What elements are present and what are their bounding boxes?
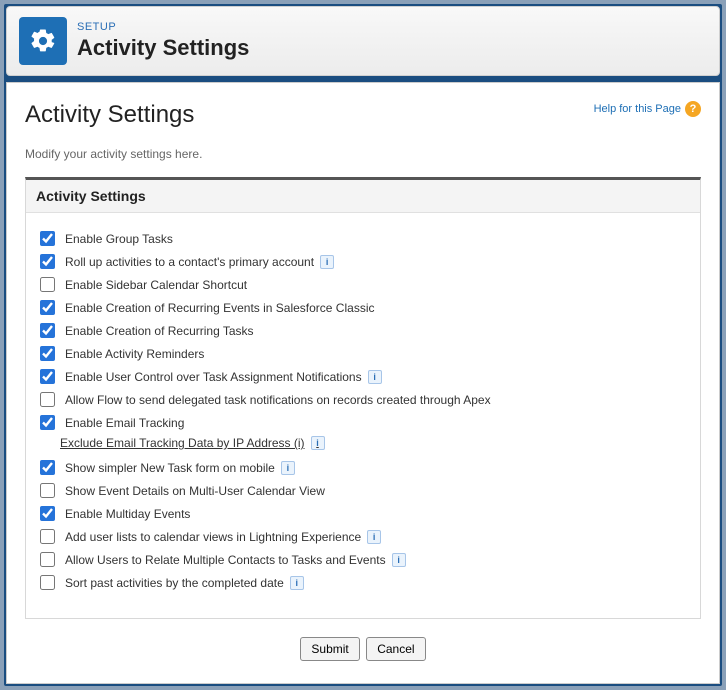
setting-row[interactable]: Enable Multiday Events: [38, 502, 688, 525]
submit-button[interactable]: Submit: [300, 637, 359, 661]
setting-checkbox[interactable]: [40, 346, 55, 361]
setting-row[interactable]: Enable Activity Reminders: [38, 342, 688, 365]
setting-row[interactable]: Enable User Control over Task Assignment…: [38, 365, 688, 388]
gear-icon: [19, 17, 67, 65]
setting-label: Allow Users to Relate Multiple Contacts …: [65, 553, 386, 567]
setting-row[interactable]: Show Event Details on Multi-User Calenda…: [38, 479, 688, 502]
setting-row[interactable]: Show simpler New Task form on mobile i: [38, 456, 688, 479]
setting-label: Add user lists to calendar views in Ligh…: [65, 530, 361, 544]
settings-section: Activity Settings Enable Group Tasks Roll…: [25, 177, 701, 619]
help-link-text: Help for this Page: [594, 103, 681, 115]
setting-row[interactable]: Enable Creation of Recurring Events in S…: [38, 296, 688, 319]
settings-list: Enable Group Tasks Roll up activities to …: [26, 213, 700, 618]
main-panel: Activity Settings Help for this Page ? M…: [6, 82, 720, 684]
setting-row[interactable]: Sort past activities by the completed da…: [38, 571, 688, 594]
setting-label: Enable Creation of Recurring Tasks: [65, 324, 254, 338]
setting-checkbox[interactable]: [40, 506, 55, 521]
setting-checkbox[interactable]: [40, 231, 55, 246]
setting-label: Enable Activity Reminders: [65, 347, 204, 361]
setup-label: SETUP: [77, 21, 249, 33]
setting-label: Show simpler New Task form on mobile: [65, 461, 275, 475]
info-icon[interactable]: i: [290, 576, 304, 590]
setting-row[interactable]: Allow Users to Relate Multiple Contacts …: [38, 548, 688, 571]
setting-row[interactable]: Allow Flow to send delegated task notifi…: [38, 388, 688, 411]
setting-row[interactable]: Enable Email Tracking: [38, 411, 688, 434]
page-subtitle: Modify your activity settings here.: [25, 147, 701, 161]
setting-row[interactable]: Roll up activities to a contact's primar…: [38, 250, 688, 273]
setting-label: Enable Email Tracking: [65, 416, 184, 430]
setting-label: Show Event Details on Multi-User Calenda…: [65, 484, 325, 498]
setup-header: SETUP Activity Settings: [6, 6, 720, 76]
setting-label: Sort past activities by the completed da…: [65, 576, 284, 590]
info-icon[interactable]: i: [367, 530, 381, 544]
setting-checkbox[interactable]: [40, 529, 55, 544]
exclude-tracking-link[interactable]: Exclude Email Tracking Data by IP Addres…: [60, 434, 325, 456]
section-heading: Activity Settings: [26, 180, 700, 213]
page-title: Activity Settings: [25, 101, 194, 129]
help-icon: ?: [685, 101, 701, 117]
setting-label: Enable Group Tasks: [65, 232, 173, 246]
setting-label: Allow Flow to send delegated task notifi…: [65, 393, 491, 407]
setting-checkbox[interactable]: [40, 277, 55, 292]
header-title: Activity Settings: [77, 35, 249, 61]
setting-checkbox[interactable]: [40, 460, 55, 475]
setting-checkbox[interactable]: [40, 483, 55, 498]
setting-checkbox[interactable]: [40, 415, 55, 430]
info-icon[interactable]: i: [281, 461, 295, 475]
setting-label: Enable Creation of Recurring Events in S…: [65, 301, 374, 315]
setting-row[interactable]: Enable Sidebar Calendar Shortcut: [38, 273, 688, 296]
setting-label: Roll up activities to a contact's primar…: [65, 255, 314, 269]
setting-label: Enable Sidebar Calendar Shortcut: [65, 278, 247, 292]
cancel-button[interactable]: Cancel: [366, 637, 425, 661]
setting-checkbox[interactable]: [40, 552, 55, 567]
setting-checkbox[interactable]: [40, 392, 55, 407]
setting-checkbox[interactable]: [40, 323, 55, 338]
help-link[interactable]: Help for this Page ?: [594, 101, 701, 117]
setting-label: Enable User Control over Task Assignment…: [65, 370, 362, 384]
setting-row[interactable]: Add user lists to calendar views in Ligh…: [38, 525, 688, 548]
setting-row[interactable]: Enable Creation of Recurring Tasks: [38, 319, 688, 342]
setting-label: Enable Multiday Events: [65, 507, 190, 521]
info-icon[interactable]: i: [368, 370, 382, 384]
setting-checkbox[interactable]: [40, 254, 55, 269]
setting-checkbox[interactable]: [40, 575, 55, 590]
info-icon[interactable]: i: [392, 553, 406, 567]
info-icon[interactable]: i: [311, 436, 325, 450]
setting-checkbox[interactable]: [40, 369, 55, 384]
info-icon[interactable]: i: [320, 255, 334, 269]
button-row: Submit Cancel: [25, 637, 701, 661]
setting-checkbox[interactable]: [40, 300, 55, 315]
sublink-text: Exclude Email Tracking Data by IP Addres…: [60, 436, 305, 450]
setting-row[interactable]: Enable Group Tasks: [38, 227, 688, 250]
